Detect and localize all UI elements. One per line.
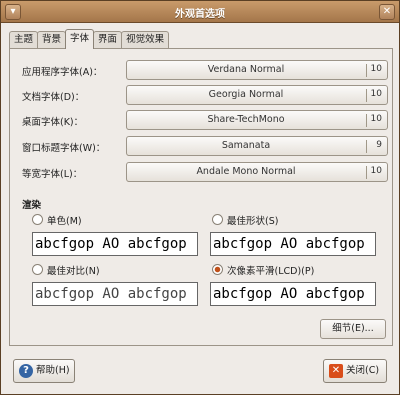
help-icon: ? [19, 364, 33, 378]
radio-label: 最佳形状(S) [227, 216, 279, 227]
rendering-section-title: 渲染 [22, 200, 42, 211]
divider [366, 140, 367, 153]
tab-theme[interactable]: 主题 [9, 31, 39, 49]
font-name: Verdana Normal [207, 64, 285, 75]
appearance-preferences-window: ▾ 外观首选项 ✕ 主题 背景 字体 界面 视觉效果 应用程序字体(A)： Ve… [0, 0, 400, 395]
radio-circle[interactable] [32, 264, 43, 275]
close-icon: ✕ [329, 364, 343, 378]
radio-label: 次像素平滑(LCD)(P) [227, 266, 315, 277]
font-name: Georgia Normal [208, 89, 284, 100]
sample-monochrome: abcfgop AO abcfgop [32, 232, 198, 256]
font-label: 应用程序字体(A)： [22, 67, 103, 78]
window-title: 外观首选项 [175, 9, 225, 20]
tab-background[interactable]: 背景 [37, 31, 67, 49]
document-font-button[interactable]: Georgia Normal 10 [126, 85, 388, 105]
monospace-font-button[interactable]: Andale Mono Normal 10 [126, 162, 388, 182]
font-name: Share-TechMono [207, 114, 285, 125]
font-size: 10 [370, 166, 382, 176]
tab-visual-effects[interactable]: 视觉效果 [121, 31, 170, 49]
fonts-panel: 应用程序字体(A)： Verdana Normal 10 文档字体(D)： Ge… [9, 48, 393, 346]
titlebar[interactable]: ▾ 外观首选项 ✕ [1, 1, 399, 23]
application-font-button[interactable]: Verdana Normal 10 [126, 60, 388, 80]
close-label: 关闭(C) [346, 365, 380, 376]
font-name: Andale Mono Normal [196, 166, 296, 177]
sample-best-shapes: abcfgop AO abcfgop [210, 232, 376, 256]
divider [366, 64, 367, 77]
font-row-application: 应用程序字体(A)： Verdana Normal 10 [22, 60, 388, 80]
divider [366, 114, 367, 127]
font-row-document: 文档字体(D)： Georgia Normal 10 [22, 85, 388, 105]
font-size: 10 [370, 89, 382, 99]
details-button[interactable]: 细节(E)... [320, 319, 386, 339]
sample-subpixel-lcd: abcfgop AO abcfgop [210, 282, 376, 306]
radio-circle[interactable] [212, 214, 223, 225]
font-label: 等宽字体(L)： [22, 169, 83, 180]
divider [366, 89, 367, 102]
close-window-icon[interactable]: ✕ [379, 4, 395, 20]
close-button[interactable]: ✕ 关闭(C) [323, 359, 387, 383]
font-row-window-title: 窗口标题字体(W)： Samanata 9 [22, 136, 388, 156]
tab-bar: 主题 背景 字体 界面 视觉效果 [9, 29, 170, 49]
radio-circle[interactable] [32, 214, 43, 225]
sample-best-contrast: abcfgop AO abcfgop [32, 282, 198, 306]
window-title-font-button[interactable]: Samanata 9 [126, 136, 388, 156]
font-row-desktop: 桌面字体(K)： Share-TechMono 10 [22, 110, 388, 130]
divider [366, 166, 367, 179]
font-size: 9 [376, 140, 382, 150]
tab-interface[interactable]: 界面 [93, 31, 123, 49]
radio-label: 最佳对比(N) [47, 266, 100, 277]
radio-circle-selected[interactable] [212, 264, 223, 275]
tab-fonts[interactable]: 字体 [65, 29, 95, 49]
font-label: 窗口标题字体(W)： [22, 143, 106, 154]
help-button[interactable]: ? 帮助(H) [13, 359, 75, 383]
font-label: 桌面字体(K)： [22, 117, 84, 128]
font-name: Samanata [221, 140, 271, 151]
radio-label: 单色(M) [47, 216, 82, 227]
font-size: 10 [370, 114, 382, 124]
help-label: 帮助(H) [36, 365, 70, 376]
font-row-monospace: 等宽字体(L)： Andale Mono Normal 10 [22, 162, 388, 182]
desktop-font-button[interactable]: Share-TechMono 10 [126, 110, 388, 130]
font-size: 10 [370, 64, 382, 74]
font-label: 文档字体(D)： [22, 92, 85, 103]
